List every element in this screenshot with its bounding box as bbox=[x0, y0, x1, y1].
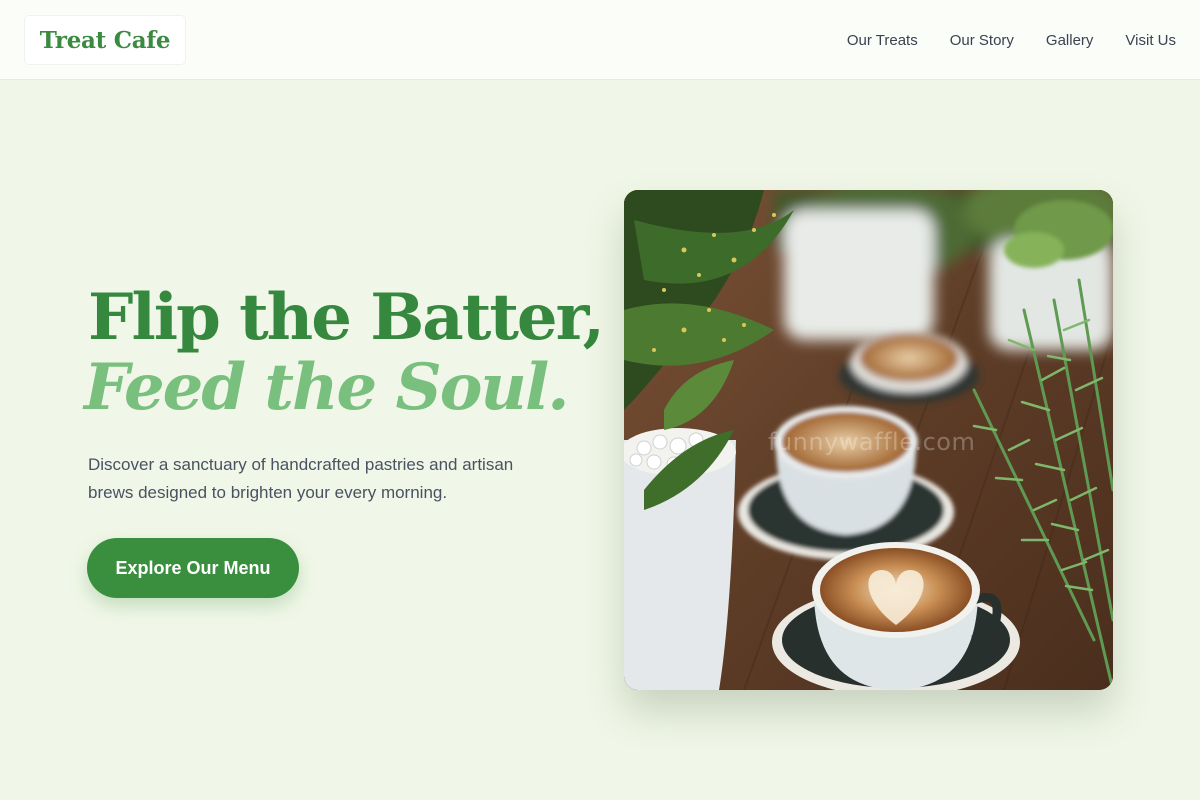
nav-item-our-story[interactable]: Our Story bbox=[950, 32, 1014, 49]
hero-subtitle: Feed the Soul. bbox=[84, 350, 570, 425]
explore-menu-button[interactable]: Explore Our Menu bbox=[87, 538, 299, 598]
logo[interactable]: Treat Cafe bbox=[25, 16, 185, 64]
main-nav: Our Treats Our Story Gallery Visit Us bbox=[847, 0, 1176, 80]
hero-description: Discover a sanctuary of handcrafted past… bbox=[88, 455, 514, 502]
brand-name[interactable]: Treat Cafe bbox=[40, 27, 171, 54]
nav-item-visit-us[interactable]: Visit Us bbox=[1125, 32, 1176, 49]
hero-title: Flip the Batter, bbox=[88, 280, 605, 355]
nav-item-our-treats[interactable]: Our Treats bbox=[847, 32, 918, 49]
site-header: Treat Cafe Our Treats Our Story Gallery … bbox=[0, 0, 1200, 80]
image-watermark: funnywaffle.com bbox=[768, 428, 976, 456]
nav-item-gallery[interactable]: Gallery bbox=[1046, 32, 1094, 49]
